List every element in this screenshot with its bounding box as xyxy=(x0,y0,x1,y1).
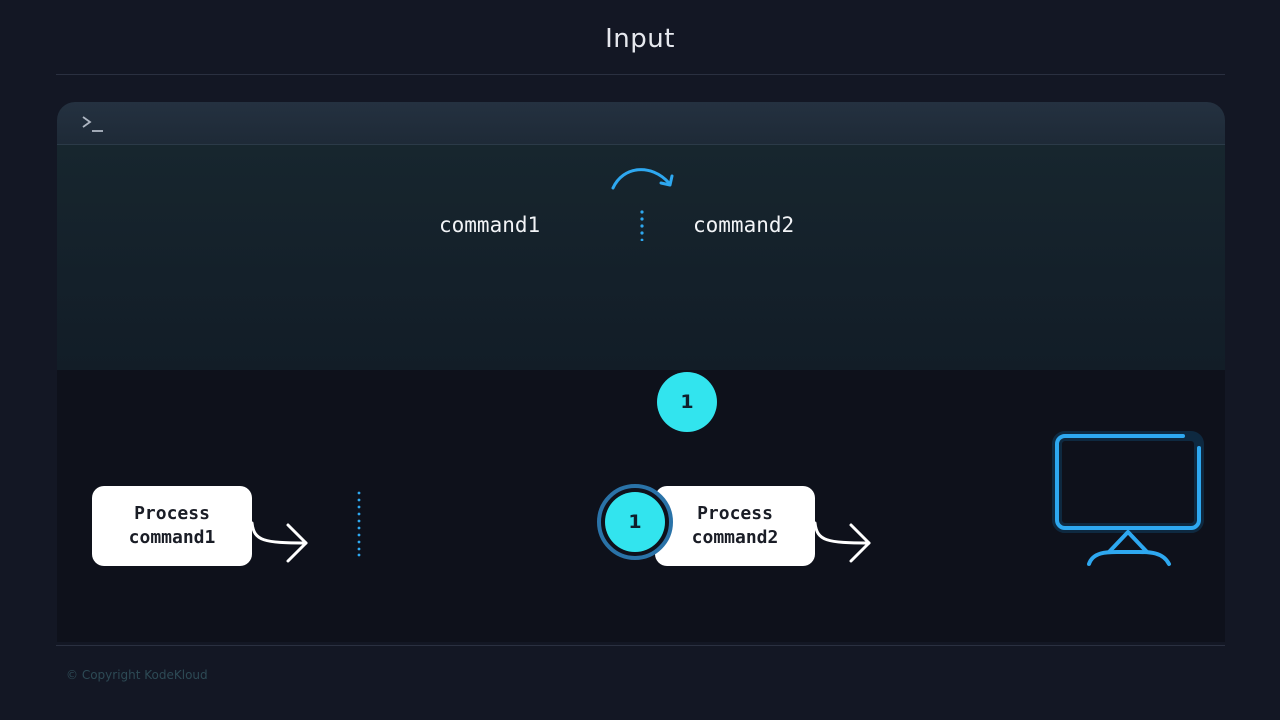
terminal-header xyxy=(57,102,1225,145)
terminal-window: command1 command2 1 Process command1 Pro… xyxy=(57,102,1225,642)
input-badge: 1 xyxy=(597,484,673,560)
pipe-symbol xyxy=(640,210,644,241)
terminal-prompt-icon xyxy=(82,116,103,132)
input-badge-number: 1 xyxy=(605,492,665,552)
monitor-icon xyxy=(1052,431,1204,566)
process-command2-box: Process command2 xyxy=(655,486,815,566)
command1-text: command1 xyxy=(439,213,541,237)
page-title: Input xyxy=(605,24,675,54)
process-command1-box: Process command1 xyxy=(92,486,252,566)
step-badge: 1 xyxy=(657,372,717,432)
pipe-dots-lower xyxy=(357,491,361,557)
top-divider xyxy=(56,74,1225,75)
terminal-body: command1 command2 xyxy=(57,145,1225,370)
process1-line2: command1 xyxy=(128,527,216,548)
copyright-footer: © Copyright KodeKloud xyxy=(66,668,208,682)
process2-line2: command2 xyxy=(691,527,779,548)
bottom-divider xyxy=(56,645,1225,646)
output-arrow-1 xyxy=(250,521,308,563)
redirect-arrow-icon xyxy=(611,168,674,190)
output-arrow-2 xyxy=(813,521,871,563)
process2-line1: Process xyxy=(697,503,773,524)
command2-text: command2 xyxy=(693,213,795,237)
process1-line1: Process xyxy=(134,503,210,524)
